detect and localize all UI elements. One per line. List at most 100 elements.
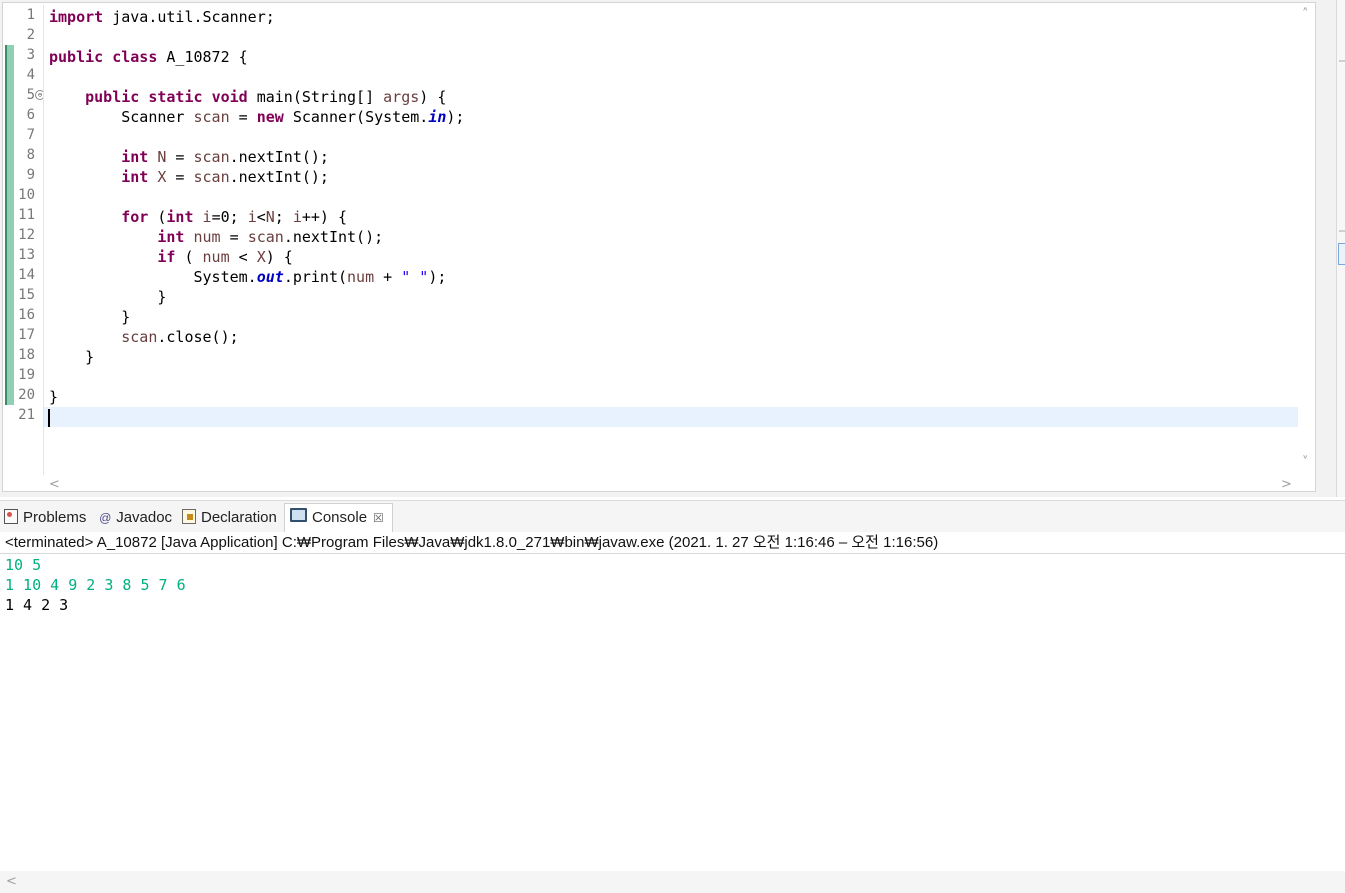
console-output[interactable]: 10 5 1 10 4 9 2 3 8 5 7 6 1 4 2 3 xyxy=(0,555,1345,871)
code-token: Scanner(System. xyxy=(283,108,429,126)
code-line: System.out.print(num + " "); xyxy=(49,267,446,287)
code-token: = xyxy=(220,228,248,246)
line-number: 21 xyxy=(18,407,35,423)
console-input-line: 1 10 4 9 2 3 8 5 7 6 xyxy=(5,576,186,594)
code-line: if ( num < X) { xyxy=(49,247,293,267)
code-line: public static void main(String[] args) { xyxy=(49,87,446,107)
code-token: .nextInt(); xyxy=(283,228,384,246)
code-token: void xyxy=(211,88,248,106)
console-output-line: 1 4 2 3 xyxy=(5,596,69,614)
code-token: ) { xyxy=(419,88,447,106)
tab-label: Javadoc xyxy=(116,509,173,526)
code-line: } xyxy=(49,307,130,327)
code-token: int xyxy=(121,168,149,186)
code-token: .print( xyxy=(283,268,348,286)
code-token: =0; xyxy=(211,208,248,226)
code-token: i xyxy=(247,208,257,226)
code-token: args xyxy=(383,88,420,106)
code-token: ); xyxy=(428,268,447,286)
scroll-left-icon[interactable]: < xyxy=(49,477,60,492)
code-token: ); xyxy=(446,108,465,126)
code-token: + xyxy=(374,268,402,286)
change-indicator-bar xyxy=(5,45,14,405)
code-token: System. xyxy=(49,268,257,286)
code-token: Scanner xyxy=(49,108,194,126)
code-token: for xyxy=(121,208,149,226)
scroll-up-icon[interactable]: ˄ xyxy=(1302,7,1309,22)
console-icon xyxy=(290,508,307,522)
code-token: public xyxy=(85,88,140,106)
close-icon[interactable]: ☒ xyxy=(373,511,384,525)
tab-javadoc[interactable]: @ Javadoc xyxy=(99,504,172,532)
line-number: 2 xyxy=(26,27,35,43)
code-token: int xyxy=(121,148,149,166)
tab-label: Problems xyxy=(23,509,87,526)
code-text-area[interactable]: import java.util.Scanner; public class A_… xyxy=(43,5,1298,475)
ruler-mark xyxy=(1339,60,1345,62)
code-token: scan xyxy=(121,328,158,346)
ruler-view-indicator[interactable] xyxy=(1338,243,1345,265)
code-token: int xyxy=(166,208,194,226)
code-token: N xyxy=(265,208,275,226)
tab-problems[interactable]: Problems xyxy=(4,504,86,532)
tab-console[interactable]: Console ☒ xyxy=(284,503,393,532)
code-line: import java.util.Scanner; xyxy=(49,7,275,27)
code-token: main(String[] xyxy=(247,88,384,106)
problems-icon xyxy=(4,509,18,524)
code-token: } xyxy=(49,308,131,326)
view-tab-bar: Problems @ Javadoc Declaration Console ☒ xyxy=(0,500,1345,532)
code-token: static xyxy=(148,88,203,106)
code-token: java.util.Scanner; xyxy=(103,8,275,26)
vertical-scrollbar[interactable]: ˄ ˅ xyxy=(1299,7,1315,473)
code-line: public class A_10872 { xyxy=(49,47,248,67)
code-token: int xyxy=(157,228,185,246)
horizontal-scrollbar[interactable]: < > xyxy=(45,477,1299,493)
declaration-icon xyxy=(182,509,196,524)
code-line: for (int i=0; i<N; i++) { xyxy=(49,207,347,227)
overview-ruler[interactable] xyxy=(1336,0,1345,497)
javadoc-icon: @ xyxy=(99,511,112,525)
code-line: } xyxy=(49,387,58,407)
code-token: A_10872 { xyxy=(157,48,248,66)
code-token: ) { xyxy=(265,248,293,266)
current-line-highlight xyxy=(44,407,1298,427)
code-token: < xyxy=(229,248,257,266)
scroll-right-icon[interactable]: > xyxy=(1281,477,1292,492)
console-horizontal-scrollbar[interactable]: < xyxy=(0,871,1345,893)
code-token: } xyxy=(49,288,167,306)
code-token: num xyxy=(347,268,375,286)
code-token: } xyxy=(49,348,95,366)
tab-label: Declaration xyxy=(201,509,277,526)
code-editor: 1 2 3 4 5 6 7 8 9 10 11 12 13 14 15 16 17 18 19 20 21 ⊖ impo… xyxy=(0,0,1345,497)
code-token: = xyxy=(166,148,194,166)
code-token: class xyxy=(112,48,158,66)
code-token: i xyxy=(202,208,212,226)
code-token: ++) { xyxy=(301,208,348,226)
code-token: scan xyxy=(193,148,230,166)
console-status-line: <terminated> A_10872 [Java Application] … xyxy=(0,532,1345,554)
scroll-down-icon[interactable]: ˅ xyxy=(1302,455,1309,470)
code-token: .close(); xyxy=(157,328,239,346)
ruler-mark xyxy=(1339,230,1345,232)
tab-declaration[interactable]: Declaration xyxy=(182,504,277,532)
code-token: new xyxy=(256,108,284,126)
code-token: i xyxy=(292,208,302,226)
scroll-left-icon[interactable]: < xyxy=(6,874,17,889)
code-token: import xyxy=(49,8,104,26)
text-caret xyxy=(48,409,50,427)
code-token: scan xyxy=(247,228,284,246)
code-token: scan xyxy=(193,108,230,126)
code-token: = xyxy=(229,108,257,126)
code-token: if xyxy=(157,248,176,266)
code-line: scan.close(); xyxy=(49,327,239,347)
code-token: num xyxy=(193,228,221,246)
